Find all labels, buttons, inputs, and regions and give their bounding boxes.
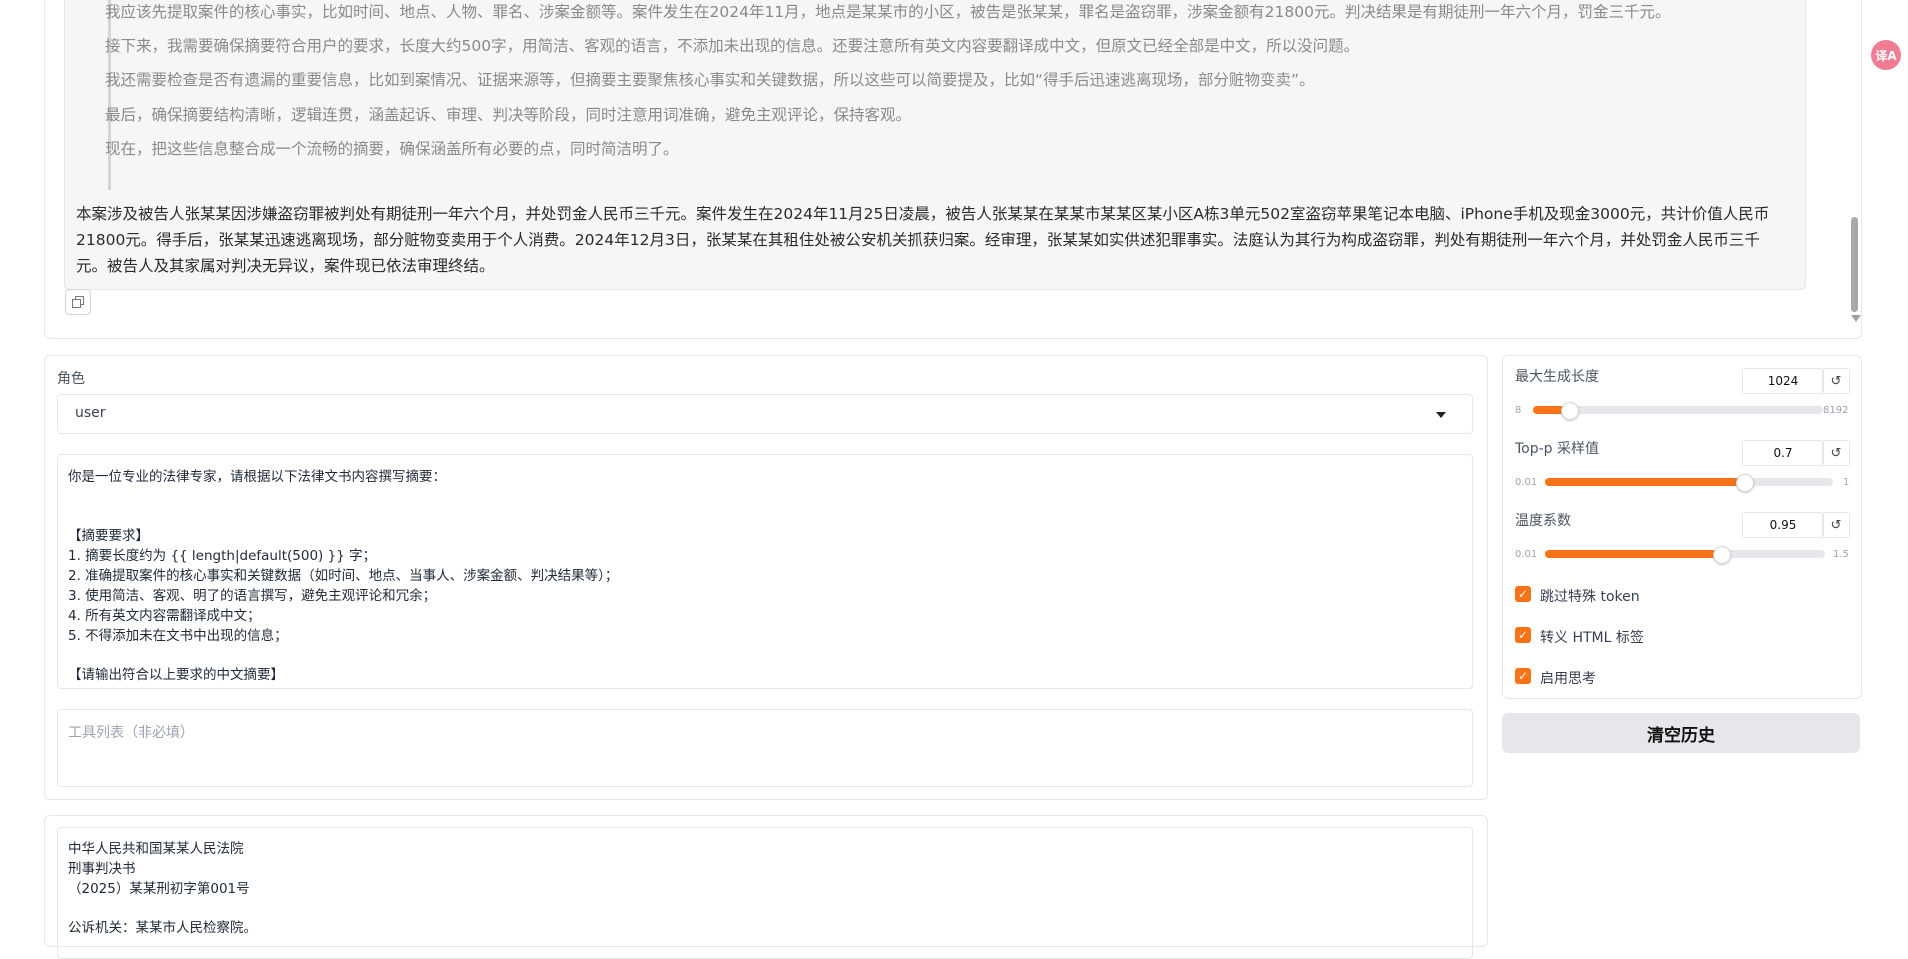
document-line: 刑事判决书 — [68, 861, 136, 877]
copy-icon — [72, 296, 84, 308]
document-panel: 中华人民共和国某某人民法院 刑事判决书 （2025）某某刑初字第001号 公诉机… — [44, 815, 1488, 959]
thinking-line: 我应该先提取案件的核心事实，比如时间、地点、人物、罪名、涉案金额等。案件发生在2… — [105, 3, 1671, 21]
role-value: user — [75, 405, 106, 421]
system-prompt-input[interactable]: 你是一位专业的法律专家，请根据以下法律文书内容撰写摘要： 【摘要要求】 1. 摘… — [57, 454, 1473, 689]
temperature-number-input[interactable]: 0.95 — [1742, 512, 1824, 538]
top-p-slider[interactable] — [1545, 474, 1833, 492]
prompt-line: 【摘要要求】 — [68, 528, 149, 544]
slider-fill — [1545, 550, 1722, 558]
chevron-down-icon — [1436, 412, 1446, 418]
translate-icon[interactable]: 译A — [1871, 40, 1901, 70]
prompt-line: 1. 摘要长度约为 {{ length|default(500) }} 字； — [68, 548, 377, 564]
top-p-label: Top-p 采样值 — [1515, 441, 1600, 457]
max-length-max: 8192 — [1823, 405, 1849, 416]
slider-thumb[interactable] — [1560, 402, 1579, 420]
thinking-line: 最后，确保摘要结构清晰，逻辑连贯，涵盖起诉、审理、判决等阶段，同时注意用词准确，… — [105, 106, 912, 124]
max-length-reset-button[interactable]: ↺ — [1822, 368, 1850, 394]
max-length-min: 8 — [1515, 405, 1522, 416]
temperature-max: 1.5 — [1833, 549, 1849, 560]
role-label: 角色 — [57, 371, 85, 387]
temperature-reset-button[interactable]: ↺ — [1822, 512, 1850, 538]
temperature-slider[interactable] — [1545, 546, 1825, 564]
checkbox-checked-icon: ✓ — [1515, 627, 1531, 643]
top-p-number-input[interactable]: 0.7 — [1742, 440, 1824, 466]
top-p-max: 1 — [1843, 477, 1850, 488]
document-line: （2025）某某刑初字第001号 — [68, 881, 250, 897]
top-p-min: 0.01 — [1515, 477, 1538, 488]
input-panel: 角色 user 你是一位专业的法律专家，请根据以下法律文书内容撰写摘要： 【摘要… — [44, 355, 1488, 800]
max-length-number-input[interactable]: 1024 — [1742, 368, 1824, 394]
prompt-line: 5. 不得添加未在文书中出现的信息； — [68, 628, 288, 644]
tools-input[interactable]: 工具列表（非必填） — [57, 709, 1473, 787]
prompt-line: 2. 准确提取案件的核心事实和关键数据（如时间、地点、当事人、涉案金额、判决结果… — [68, 568, 619, 584]
temperature-min: 0.01 — [1515, 549, 1538, 560]
thinking-line: 我还需要检查是否有遗漏的重要信息，比如到案情况、证据来源等，但摘要主要聚焦核心事… — [105, 71, 1315, 89]
slider-fill — [1545, 478, 1744, 486]
scroll-down-arrow-icon[interactable] — [1851, 315, 1861, 322]
copy-button[interactable] — [65, 289, 91, 315]
prompt-line: 3. 使用简洁、客观、明了的语言撰写，避免主观评论和冗余； — [68, 588, 437, 604]
checkbox-label: 启用思考 — [1540, 671, 1596, 687]
tools-placeholder: 工具列表（非必填） — [68, 725, 194, 741]
prompt-line: 4. 所有英文内容需翻译成中文； — [68, 608, 261, 624]
checkbox-label: 转义 HTML 标签 — [1540, 630, 1644, 646]
document-input[interactable]: 中华人民共和国某某人民法院 刑事判决书 （2025）某某刑初字第001号 公诉机… — [57, 827, 1473, 959]
max-length-slider[interactable] — [1533, 402, 1823, 420]
prompt-line: 你是一位专业的法律专家，请根据以下法律文书内容撰写摘要： — [68, 469, 446, 485]
top-p-reset-button[interactable]: ↺ — [1822, 440, 1850, 466]
slider-thumb[interactable] — [1713, 546, 1732, 564]
prompt-line: 【请输出符合以上要求的中文摘要】 — [68, 667, 284, 683]
settings-panel: 最大生成长度 1024 ↺ 8 8192 Top-p 采样值 0.7 ↺ 0.0… — [1502, 355, 1862, 699]
chat-scrollbar-thumb[interactable] — [1851, 217, 1858, 312]
checkbox-checked-icon: ✓ — [1515, 586, 1531, 602]
document-line: 中华人民共和国某某人民法院 — [68, 841, 244, 857]
thinking-block — [108, 0, 1801, 190]
document-line: 公诉机关：某某市人民检察院。 — [68, 920, 257, 936]
chat-panel: 我应该先提取案件的核心事实，比如时间、地点、人物、罪名、涉案金额等。案件发生在2… — [44, 0, 1862, 339]
answer-text: 本案涉及被告人张某某因涉嫌盗窃罪被判处有期徒刑一年六个月，并处罚金人民币三千元。… — [76, 205, 1770, 275]
thinking-line: 现在，把这些信息整合成一个流畅的摘要，确保涵盖所有必要的点，同时简洁明了。 — [105, 140, 679, 158]
slider-thumb[interactable] — [1735, 474, 1754, 492]
checkbox-checked-icon: ✓ — [1515, 668, 1531, 684]
max-length-label: 最大生成长度 — [1515, 369, 1599, 385]
checkbox-label: 跳过特殊 token — [1540, 589, 1640, 605]
temperature-label: 温度系数 — [1515, 513, 1571, 529]
clear-history-button[interactable]: 清空历史 — [1502, 713, 1860, 753]
thinking-line: 接下来，我需要确保摘要符合用户的要求，长度大约500字，用简洁、客观的语言，不添… — [105, 37, 1360, 55]
role-dropdown[interactable]: user — [57, 394, 1473, 434]
